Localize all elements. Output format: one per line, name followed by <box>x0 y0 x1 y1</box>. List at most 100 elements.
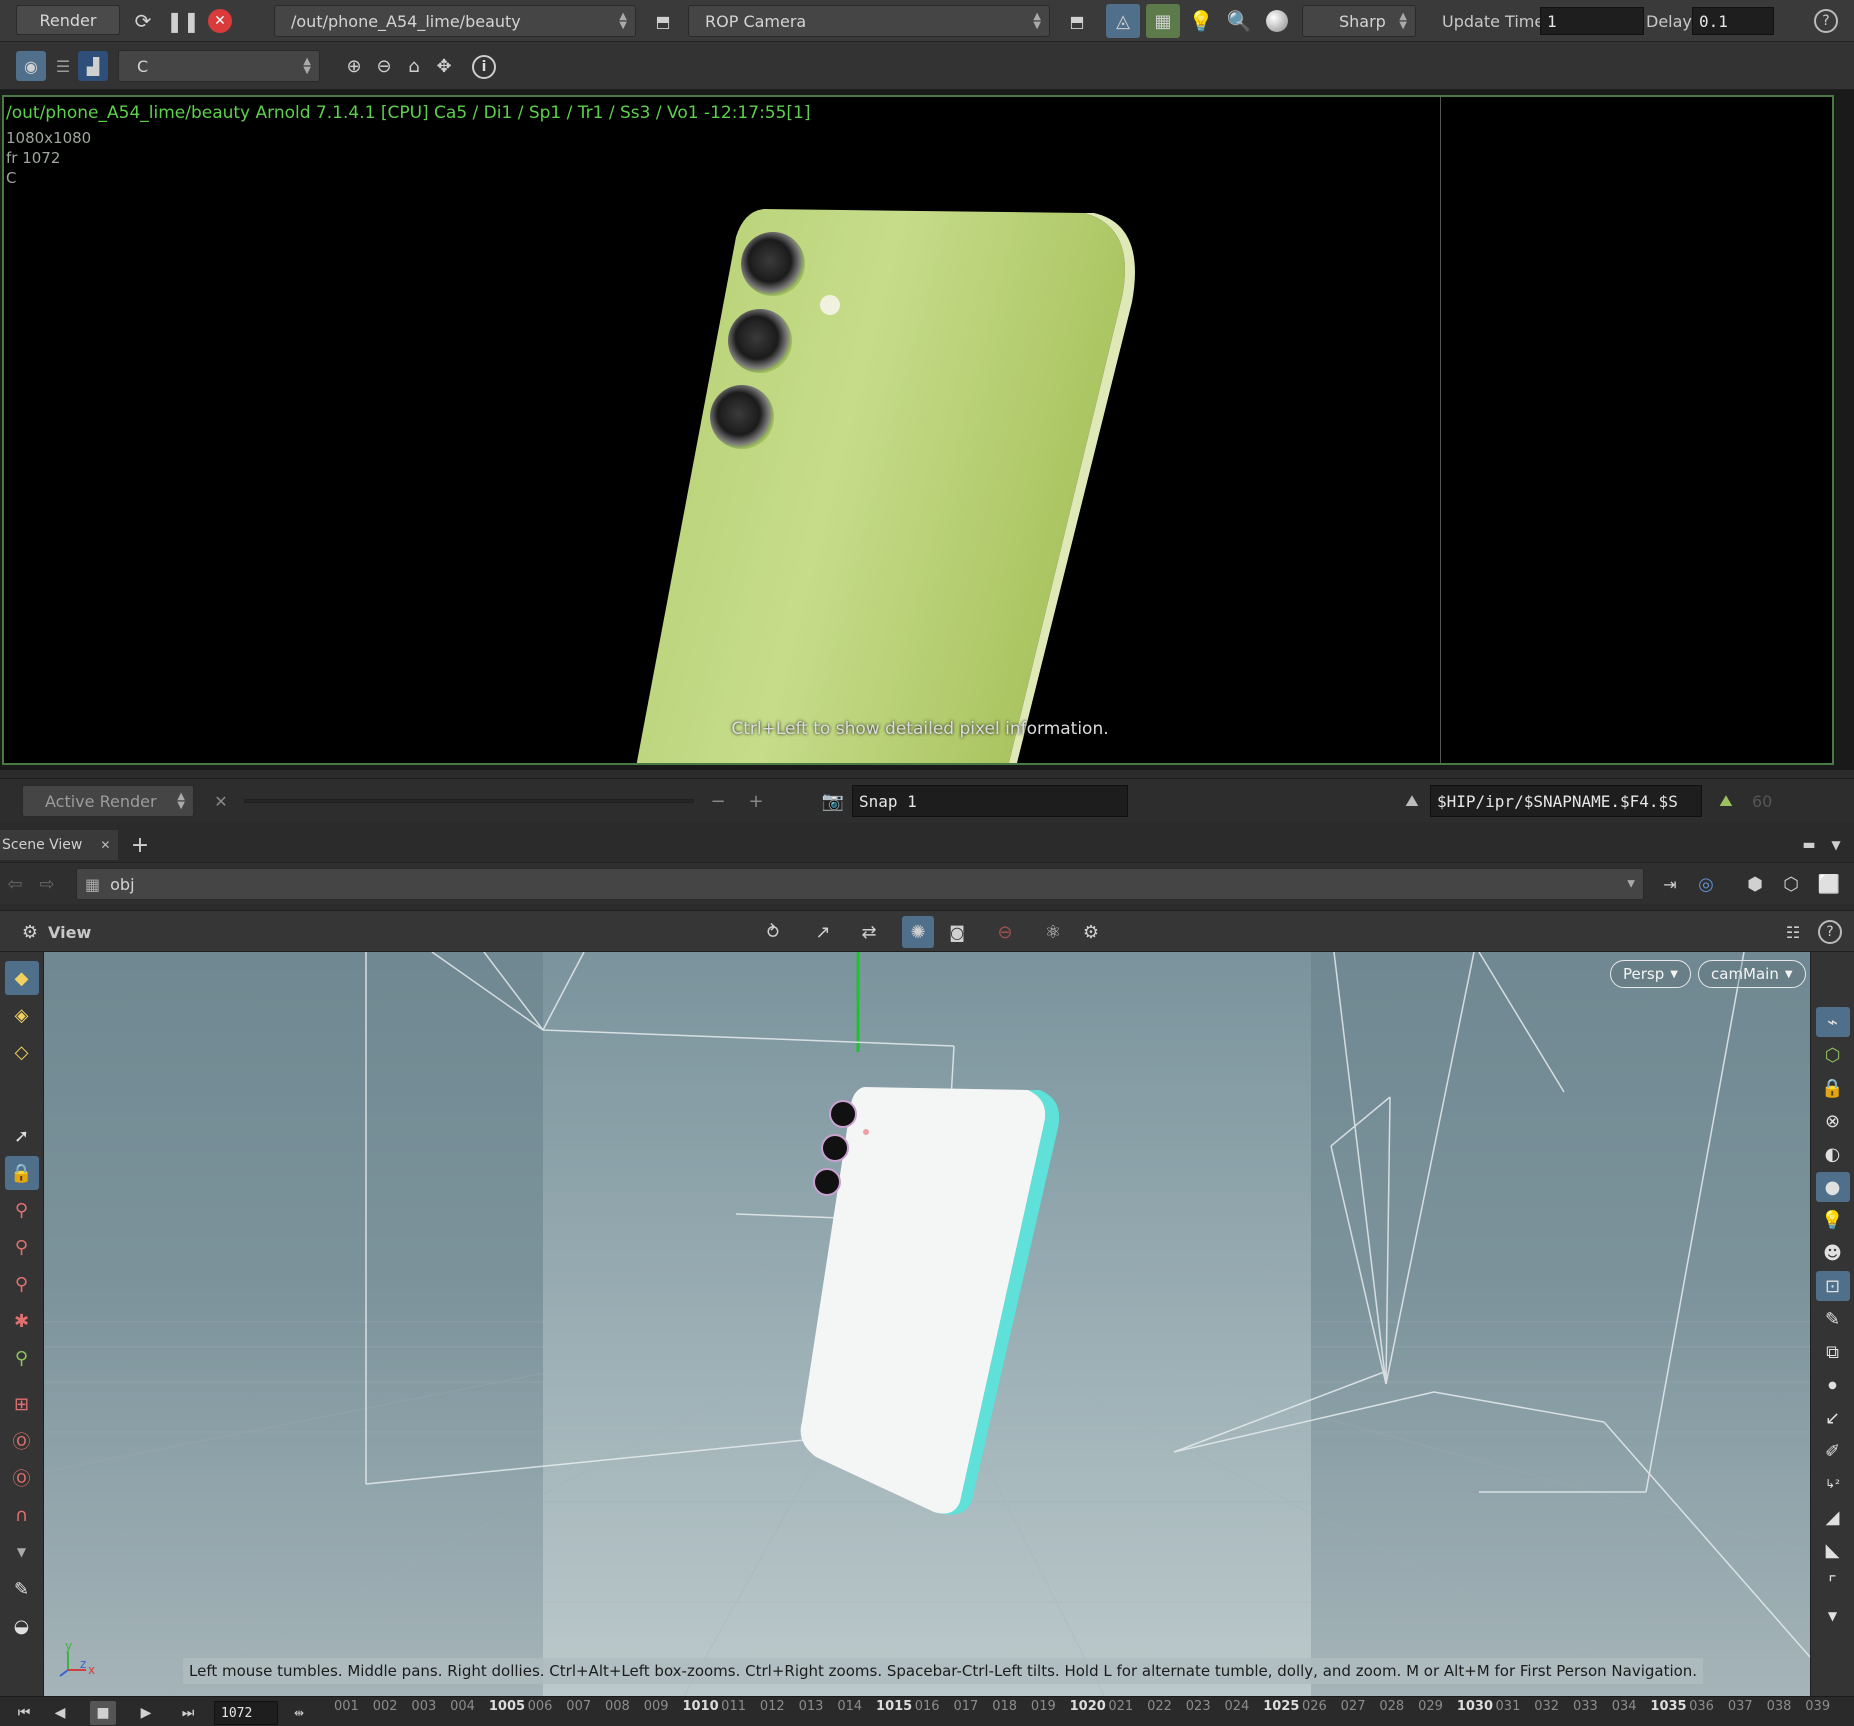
tab-scene-view[interactable]: Scene View ✕ <box>0 830 118 860</box>
background-icon[interactable]: ◙ <box>942 917 972 947</box>
auto-save-icon[interactable]: ⛰ <box>1712 787 1740 815</box>
jump-to-rop-icon[interactable]: ⬒ <box>648 6 678 36</box>
zoom-tool-icon[interactable]: 🔍 <box>1224 6 1254 36</box>
bone-tool-icon[interactable]: ✱ <box>5 1304 39 1338</box>
display-normals-icon[interactable]: ⬡ <box>1816 1040 1850 1070</box>
rotate-tool-icon[interactable]: ◇ <box>5 1035 39 1069</box>
stack-icon[interactable]: ◣ <box>1816 1535 1850 1565</box>
help-icon[interactable]: ? <box>1818 920 1842 944</box>
link-icon[interactable]: ◎ <box>1692 869 1720 899</box>
minus-icon[interactable]: − <box>704 787 732 815</box>
sphere-icon[interactable] <box>1266 10 1288 32</box>
camera-menu[interactable]: camMain ▼ <box>1698 960 1806 988</box>
corner-icon[interactable]: ⌜ <box>1816 1568 1850 1598</box>
lock-camera-icon[interactable]: 🔒 <box>1816 1073 1850 1103</box>
display-options-icon[interactable]: ⬢ <box>1740 869 1770 899</box>
display-mode-icon[interactable]: ⥁ <box>756 917 790 947</box>
numbers-icon[interactable]: ↳² <box>1816 1469 1850 1499</box>
first-frame-icon[interactable]: ⏮ <box>6 1701 42 1725</box>
move-tool-icon[interactable]: ◈ <box>5 998 39 1032</box>
play-back-icon[interactable]: ◀ <box>46 1701 74 1725</box>
view-list-icon[interactable]: ☰ <box>48 51 78 81</box>
zoom-out-icon[interactable]: ⊖ <box>370 51 398 81</box>
refresh-icon[interactable]: ⟳ <box>128 6 158 36</box>
info-icon[interactable]: i <box>472 55 496 79</box>
close-tab-icon[interactable]: ✕ <box>100 838 110 852</box>
viewport-phone[interactable] <box>800 1087 1060 1515</box>
play-forward-icon[interactable]: ▶ <box>132 1701 160 1725</box>
last-frame-icon[interactable]: ⏭ <box>170 1701 206 1725</box>
viewport-options-icon[interactable]: ☷ <box>1778 917 1808 947</box>
close-snapshot-icon[interactable]: ✕ <box>210 787 232 815</box>
magnet-icon[interactable]: ∩ <box>5 1498 39 1532</box>
network-path-field[interactable]: ▦ obj ▼ <box>76 868 1644 900</box>
visualizers-icon[interactable]: ⚛ <box>1038 917 1068 947</box>
update-time-field[interactable]: 1 <box>1540 7 1644 35</box>
stop-playback-icon[interactable]: ■ <box>90 1701 116 1725</box>
render-view[interactable]: /out/phone_A54_lime/beauty Arnold 7.1.4.… <box>2 95 1834 765</box>
handle-tool-icon[interactable]: ⚲ <box>5 1193 39 1227</box>
snap-point-icon[interactable]: Ⓞ <box>5 1461 39 1495</box>
scale-tool-icon[interactable]: ⚲ <box>5 1267 39 1301</box>
select-tool-icon[interactable]: ◆ <box>4 961 39 995</box>
snapping-icon[interactable]: ⬡ <box>1776 869 1806 899</box>
render-button[interactable]: Render <box>16 5 120 35</box>
light-bulb-icon[interactable]: 💡 <box>1186 6 1216 36</box>
sphere-view-icon[interactable]: ◒ <box>5 1609 39 1643</box>
preview-mode-select[interactable]: Sharp ▲ ▼ <box>1302 5 1416 37</box>
add-tab-icon[interactable]: + <box>126 830 154 860</box>
camera-view-icon[interactable]: ⊡ <box>1815 1271 1850 1301</box>
active-render-select[interactable]: Active Render ▲ ▼ <box>22 785 194 817</box>
current-frame-field[interactable]: 1072 <box>214 1701 278 1725</box>
camera-select[interactable]: ROP Camera ▲ ▼ <box>688 5 1050 37</box>
save-snapshot-icon[interactable]: ⛰ <box>1398 787 1426 815</box>
pencil-icon[interactable]: ✐ <box>1816 1436 1850 1466</box>
preview-icon[interactable]: ◬ <box>1106 4 1140 38</box>
lighting-mode-icon[interactable]: ✺ <box>902 916 934 948</box>
light-icon[interactable]: 💡 <box>1816 1205 1850 1235</box>
snap-prim-icon[interactable]: Ⓞ <box>5 1424 39 1458</box>
arrow-icon[interactable]: ↙ <box>1816 1403 1850 1433</box>
pane-layout-icon[interactable]: ▬ <box>1798 830 1820 860</box>
cut-icon[interactable]: ◢ <box>1816 1502 1850 1532</box>
more-tools-icon[interactable]: ▼ <box>5 1535 39 1569</box>
camera-jump-icon[interactable]: ⬒ <box>1062 6 1092 36</box>
delay-field[interactable]: 0.1 <box>1692 7 1774 35</box>
pin-icon[interactable]: ⇥ <box>1656 869 1684 899</box>
plus-icon[interactable]: + <box>742 787 770 815</box>
snapshot-path-field[interactable]: $HIP/ipr/$SNAPNAME.$F4.$S <box>1430 785 1702 817</box>
lock-icon[interactable]: 🔒 <box>4 1156 39 1190</box>
view-menu-icon[interactable]: ⚙ <box>16 917 44 947</box>
pointer-tool-icon[interactable]: ➚ <box>5 1119 39 1153</box>
pane-menu-icon[interactable]: ▼ <box>1826 830 1846 860</box>
frame-all-icon[interactable]: ✥ <box>430 51 458 81</box>
perspective-menu[interactable]: Persp ▼ <box>1610 960 1691 988</box>
dot-icon[interactable]: ● <box>1816 1370 1850 1400</box>
pose-tool-icon[interactable]: ⚲ <box>5 1230 39 1264</box>
snapshot-name-field[interactable]: Snap 1 <box>852 785 1128 817</box>
transform-handles-icon[interactable]: ⇄ <box>852 917 886 947</box>
shading-icon[interactable]: ⊗ <box>1816 1106 1850 1136</box>
select-mode-icon[interactable]: ↗ <box>806 917 840 947</box>
headlight-icon[interactable]: ● <box>1815 1172 1850 1202</box>
disabled-option-icon[interactable]: ⊖ <box>990 917 1020 947</box>
brush-icon[interactable]: ✎ <box>5 1572 39 1606</box>
help-icon[interactable]: ? <box>1814 9 1838 33</box>
snap-grid-icon[interactable]: ⊞ <box>5 1387 39 1421</box>
maximize-icon[interactable]: ⬜ <box>1814 869 1844 899</box>
more-tools-icon[interactable]: ▼ <box>1816 1601 1850 1631</box>
view-histogram-icon[interactable]: ▟ <box>78 51 108 81</box>
zoom-in-icon[interactable]: ⊕ <box>340 51 368 81</box>
rop-path-select[interactable]: /out/phone_A54_lime/beauty ▲ ▼ <box>274 5 636 37</box>
timeline-ruler[interactable]: 001 002 003 004 1005 006 007 008 009 1010 011 012 01… <box>334 1697 1844 1725</box>
display-points-icon[interactable]: ⌁ <box>1815 1007 1850 1037</box>
ghost-icon[interactable]: ⚙ <box>1076 917 1106 947</box>
view-single-icon[interactable]: ◉ <box>16 51 46 81</box>
pause-icon[interactable]: ❚❚ <box>166 6 200 36</box>
camera-snapshot-icon[interactable]: 📷 <box>818 787 848 815</box>
wire-shaded-icon[interactable]: ◐ <box>1816 1139 1850 1169</box>
back-arrow-icon[interactable]: ⇦ <box>2 869 28 899</box>
home-icon[interactable]: ⌂ <box>400 51 428 81</box>
render-region-icon[interactable]: ▦ <box>1146 4 1180 38</box>
snapshot-slider[interactable] <box>244 799 694 803</box>
